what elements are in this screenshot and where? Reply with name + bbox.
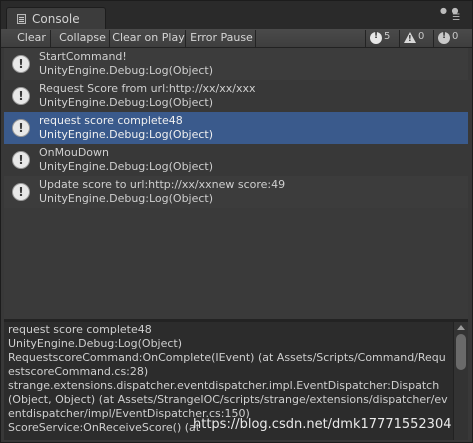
tab-title: Console xyxy=(32,12,80,26)
info-count: 5 xyxy=(384,31,391,42)
scroll-up-icon[interactable] xyxy=(457,325,465,330)
log-source: UnityEngine.Debug:Log(Object) xyxy=(39,128,214,141)
collapse-button[interactable]: Collapse xyxy=(56,30,110,47)
warning-count: 0 xyxy=(418,31,425,42)
log-message: OnMouDown xyxy=(39,146,109,159)
log-list: StartCommand! UnityEngine.Debug:Log(Obje… xyxy=(4,48,468,319)
log-source: UnityEngine.Debug:Log(Object) xyxy=(39,64,214,77)
log-entry-selected[interactable]: request score complete48 UnityEngine.Deb… xyxy=(4,112,468,144)
watermark-text: https://blog.csdn.net/dmk17771552304 xyxy=(193,417,452,432)
log-entry[interactable]: Update score to url:http://xx/xxnew scor… xyxy=(4,176,468,208)
warning-icon xyxy=(404,32,416,43)
info-count-toggle[interactable]: 5 xyxy=(365,30,399,47)
console-window: Console ● ● ☰ Clear Collapse Clear on Pl… xyxy=(0,0,473,443)
console-icon xyxy=(17,14,26,24)
info-icon xyxy=(370,31,382,44)
log-entry[interactable]: OnMouDown UnityEngine.Debug:Log(Object) xyxy=(4,144,468,176)
log-source: UnityEngine.Debug:Log(Object) xyxy=(39,160,214,173)
log-entry[interactable]: Request Score from url:http://xx/xx/xxx … xyxy=(4,80,468,112)
info-message-icon xyxy=(12,119,30,137)
info-message-icon xyxy=(12,87,30,105)
error-pause-button[interactable]: Error Pause xyxy=(188,30,256,47)
log-source: UnityEngine.Debug:Log(Object) xyxy=(39,192,214,205)
toolbar: Clear Collapse Clear on Play Error Pause… xyxy=(1,29,472,48)
log-message: request score complete48 xyxy=(39,114,183,127)
info-message-icon xyxy=(12,55,30,73)
window-menu-icon[interactable]: ☰ xyxy=(452,13,460,23)
clear-button[interactable]: Clear xyxy=(13,30,51,47)
window-controls: ● ● ☰ xyxy=(440,6,464,26)
vertical-scrollbar[interactable] xyxy=(453,322,468,440)
error-count: 0 xyxy=(452,31,459,42)
log-message: Request Score from url:http://xx/xx/xxx xyxy=(39,82,256,95)
log-message: StartCommand! xyxy=(39,50,127,63)
error-icon xyxy=(438,31,450,44)
info-message-icon xyxy=(12,151,30,169)
log-entry[interactable]: StartCommand! UnityEngine.Debug:Log(Obje… xyxy=(4,48,468,80)
scrollbar-thumb[interactable] xyxy=(456,334,466,370)
tab-strip: Console ● ● ☰ xyxy=(1,1,472,29)
log-source: UnityEngine.Debug:Log(Object) xyxy=(39,96,214,109)
error-count-toggle[interactable]: 0 xyxy=(433,30,465,47)
warning-count-toggle[interactable]: 0 xyxy=(399,30,433,47)
info-message-icon xyxy=(12,183,30,201)
tab-console[interactable]: Console xyxy=(6,7,106,29)
log-message: Update score to url:http://xx/xxnew scor… xyxy=(39,178,286,191)
clear-on-play-button[interactable]: Clear on Play xyxy=(112,30,186,47)
